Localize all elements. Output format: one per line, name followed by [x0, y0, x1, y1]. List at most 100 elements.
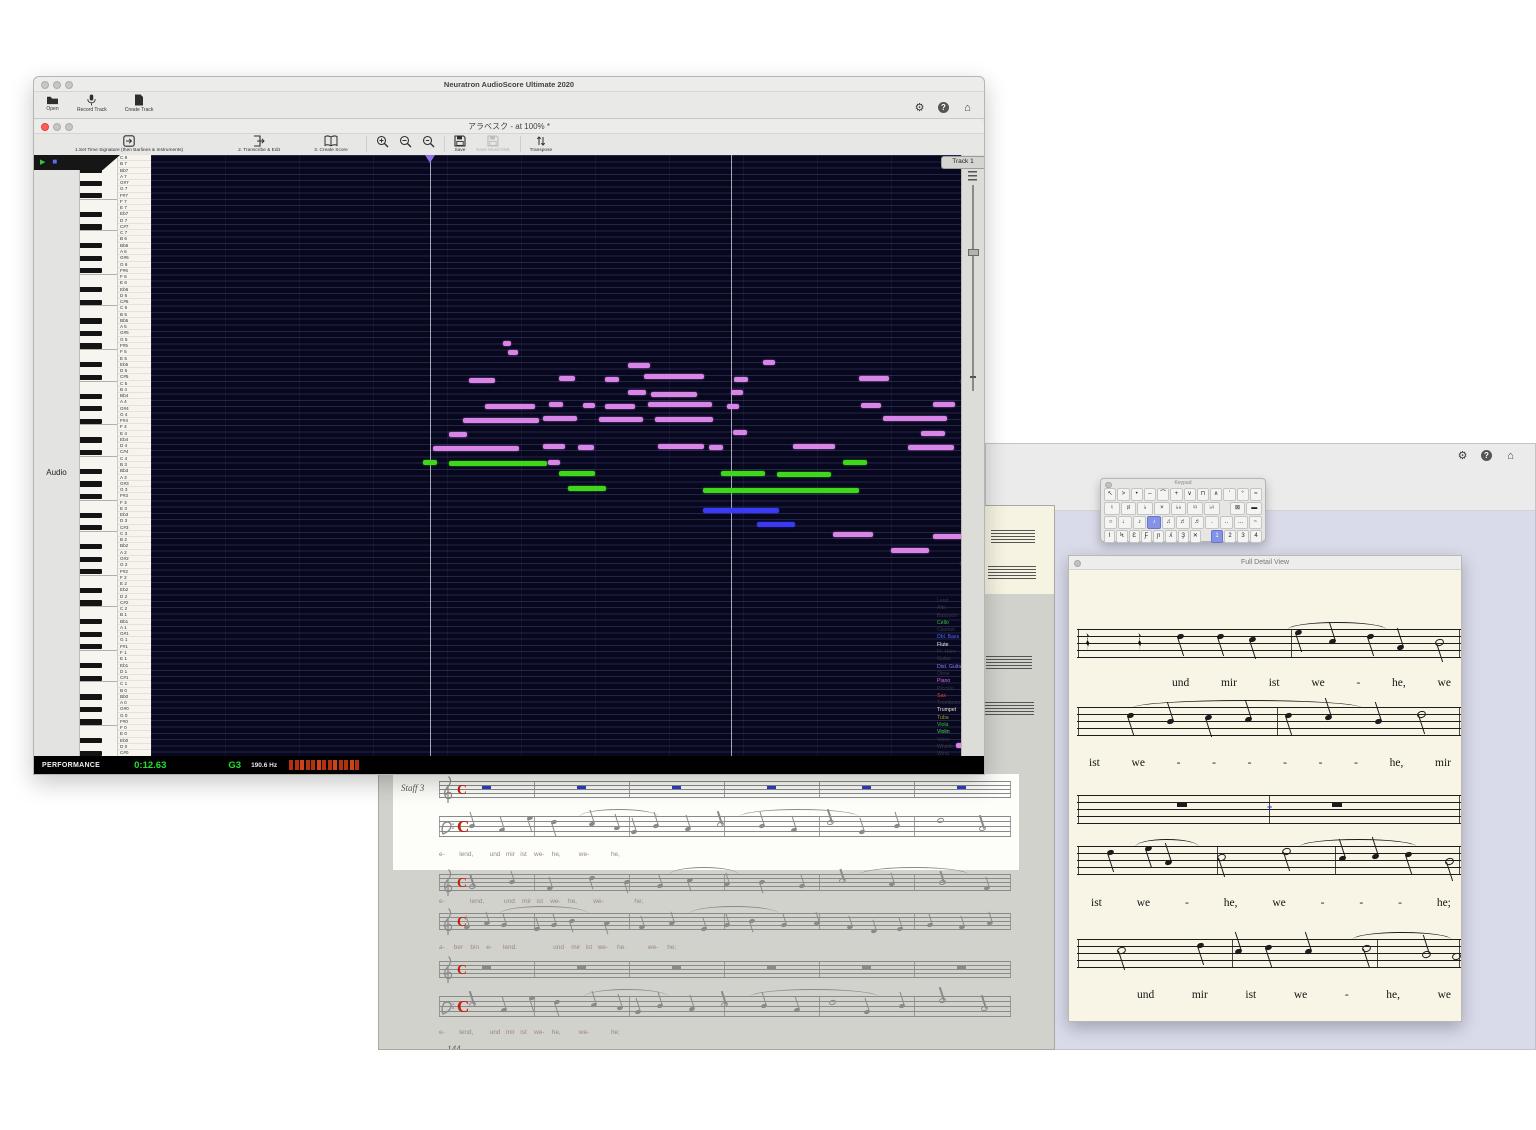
note[interactable]	[1421, 949, 1432, 960]
note-bar[interactable]	[559, 471, 595, 476]
black-key[interactable]	[80, 481, 102, 487]
minimize-button[interactable]	[53, 123, 61, 131]
note[interactable]	[603, 920, 611, 927]
step-1-time-signature[interactable]: 1.Set Time Signature (then Barlines & In…	[45, 135, 213, 153]
keypad-key[interactable]: ∨	[1183, 488, 1196, 501]
black-key[interactable]	[80, 362, 102, 368]
close-button[interactable]	[1074, 560, 1081, 567]
keypad-voice-3[interactable]: 3	[1237, 530, 1249, 543]
black-key[interactable]	[80, 619, 102, 625]
note[interactable]	[1116, 945, 1127, 956]
keypad-key[interactable]: ♭♮	[1204, 502, 1220, 515]
keypad-key[interactable]: ○	[1104, 516, 1118, 529]
zoom-out-button[interactable]	[399, 135, 412, 148]
note[interactable]	[870, 928, 878, 935]
note[interactable]	[1284, 712, 1293, 720]
legend-item-viola[interactable]: Viola	[937, 722, 961, 729]
gear-icon[interactable]: ⚙	[913, 102, 926, 115]
keypad-key[interactable]: ♪	[1147, 516, 1161, 529]
black-key[interactable]	[80, 418, 102, 424]
black-key[interactable]	[80, 512, 102, 518]
black-key[interactable]	[80, 180, 102, 186]
stop-button[interactable]: ■	[52, 157, 57, 166]
note[interactable]	[1106, 849, 1115, 857]
note-bar[interactable]	[559, 376, 575, 381]
note[interactable]	[1324, 714, 1333, 722]
note[interactable]	[828, 999, 837, 1006]
keypad-key[interactable]: >	[1117, 488, 1130, 501]
note-bar[interactable]	[423, 460, 437, 465]
document-window-controls[interactable]	[41, 123, 73, 131]
note[interactable]	[846, 924, 854, 931]
keypad-key[interactable]: ↖	[1104, 488, 1117, 501]
black-key[interactable]	[80, 343, 102, 349]
keypad-key[interactable]: .	[1205, 516, 1219, 529]
note[interactable]	[1164, 859, 1173, 867]
keypad-key[interactable]: ♬	[1190, 516, 1205, 529]
legend-item-lead[interactable]: Lead	[937, 598, 961, 605]
legend-item-trombone[interactable]: Trombone	[937, 700, 961, 707]
staff-system[interactable]: +	[1077, 795, 1461, 824]
note[interactable]	[616, 1005, 624, 1012]
note[interactable]	[684, 826, 692, 833]
keypad-voice-4[interactable]: 4	[1250, 530, 1262, 543]
keypad-key[interactable]: ⊓	[1196, 488, 1209, 501]
note[interactable]	[1264, 944, 1273, 952]
note-bar[interactable]	[703, 488, 859, 493]
note-bar[interactable]	[721, 471, 765, 476]
legend-item-flute[interactable]: Flute	[937, 642, 961, 649]
legend-item-fr-horn[interactable]: Fr. Horn	[937, 649, 961, 656]
note[interactable]	[893, 823, 901, 830]
note-bar[interactable]	[628, 363, 650, 368]
note[interactable]	[793, 1007, 801, 1014]
black-key[interactable]	[80, 255, 102, 261]
keypad-key[interactable]: Ҙ	[1177, 530, 1189, 543]
staff-system[interactable]: C	[439, 906, 1011, 936]
note[interactable]	[1204, 714, 1213, 722]
close-button[interactable]	[41, 81, 49, 89]
note-bar[interactable]	[933, 402, 955, 407]
note-bar[interactable]	[449, 461, 547, 466]
note[interactable]	[656, 1003, 664, 1010]
note[interactable]	[983, 885, 991, 892]
full-detail-score[interactable]: und mir ist we - he, we ist we - - - - - - he, mir + ist we…	[1069, 569, 1461, 1021]
open-button[interactable]: Open	[46, 94, 59, 112]
note-bar[interactable]	[605, 404, 635, 409]
minimize-button[interactable]	[53, 81, 61, 89]
staff-system[interactable]	[1077, 622, 1461, 658]
note[interactable]	[958, 924, 966, 931]
note[interactable]	[590, 1002, 598, 1009]
note[interactable]	[463, 924, 471, 931]
black-key[interactable]	[80, 587, 102, 594]
black-key[interactable]	[80, 663, 102, 669]
black-key[interactable]	[80, 525, 102, 531]
note[interactable]	[553, 999, 561, 1006]
note[interactable]	[1244, 716, 1253, 724]
note-bar[interactable]	[703, 508, 779, 513]
help-icon[interactable]: ?	[938, 102, 949, 113]
note[interactable]	[1126, 712, 1135, 720]
note-bar[interactable]	[583, 403, 595, 408]
note[interactable]	[798, 883, 806, 890]
track-tab[interactable]: Track 1	[941, 156, 984, 169]
note[interactable]	[1396, 644, 1405, 652]
keypad-key[interactable]: ♭♭	[1170, 502, 1187, 515]
note-bar[interactable]	[655, 417, 713, 422]
keypad-key[interactable]: ~	[1248, 516, 1262, 529]
note[interactable]	[986, 920, 994, 927]
note[interactable]	[668, 920, 676, 927]
note-bar[interactable]	[449, 432, 467, 437]
black-key[interactable]	[80, 569, 102, 575]
black-key[interactable]	[80, 393, 102, 399]
note-bar[interactable]	[843, 460, 867, 465]
note[interactable]	[613, 825, 621, 832]
note[interactable]	[533, 926, 541, 933]
note[interactable]	[1166, 718, 1175, 726]
keypad-key[interactable]: ♪	[1132, 516, 1147, 529]
close-button[interactable]	[41, 123, 49, 131]
black-key[interactable]	[80, 330, 102, 337]
note[interactable]	[1196, 942, 1205, 950]
keypad-key[interactable]: ʎ	[1165, 530, 1177, 543]
note[interactable]	[1281, 846, 1292, 857]
legend-item-guitar[interactable]: Guitar	[937, 656, 961, 663]
